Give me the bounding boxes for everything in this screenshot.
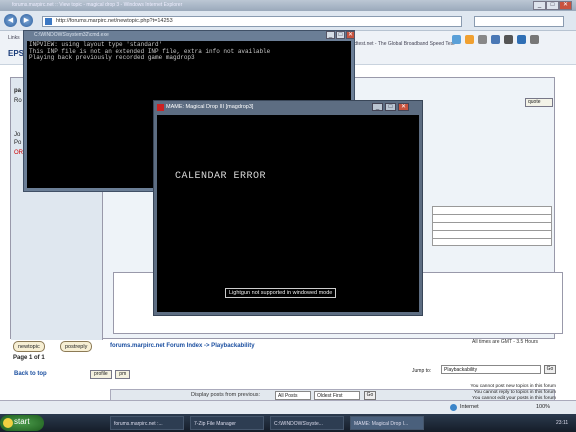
clock[interactable]: 23:11 [556,420,568,426]
breadcrumb[interactable]: forums.marpirc.net Forum Index -> Playba… [110,343,255,349]
taskbar: start forums.marpirc.net :... 7-Zip File… [0,414,576,432]
search-input[interactable] [474,16,564,27]
mame-close-button[interactable]: ✕ [398,103,409,111]
author-snippet: Ro [14,98,22,104]
security-zone: Internet [460,404,479,410]
quote-button[interactable]: quote [525,98,553,107]
address-text: http://forums.marpirc.net/newtopic.php?t… [56,18,173,24]
favorites-heading: EPS [8,49,25,58]
page-menu-icon[interactable] [491,35,500,44]
home-icon[interactable] [452,35,461,44]
browser-title-bar: forums.marpirc.net :: View topic - magic… [0,0,576,11]
cmd-close-button[interactable]: ✕ [346,31,355,39]
page-indicator: Page 1 of 1 [13,355,45,361]
cmd-title: C:\WINDOWS\system32\cmd.exe [34,32,109,38]
start-label: start [14,417,30,426]
jump-label: Jump to: [412,368,432,374]
game-screen[interactable]: CALENDAR ERROR Lightgun not supported in… [157,115,419,312]
author-snippet: pa [14,88,22,94]
author-snippet: Po [14,140,22,146]
navigation-bar: ◀ ▶ http://forums.marpirc.net/newtopic.p… [0,11,576,31]
maximize-button[interactable]: □ [546,1,559,10]
back-icon[interactable]: ◀ [4,14,17,27]
mame-window[interactable]: MAME: Magical Drop III [magdrop3] _ □ ✕ … [153,100,423,316]
browser-title: forums.marpirc.net :: View topic - magic… [12,2,183,8]
windows-logo-icon [3,418,13,428]
post-grid-table [432,206,552,246]
feeds-icon[interactable] [465,35,474,44]
taskbar-item[interactable]: C:\WINDOWS\syste... [270,416,344,430]
tools-icon[interactable] [504,35,513,44]
taskbar-item[interactable]: 7-Zip File Manager [190,416,264,430]
help-icon[interactable] [517,35,526,44]
mame-title-bar[interactable]: MAME: Magical Drop III [magdrop3] _ □ ✕ [154,101,422,114]
timezone-note: All times are GMT - 3.5 Hours [472,339,539,345]
console-line: Playing back previously recorded game ma… [29,54,195,61]
links-label[interactable]: Links [8,35,20,41]
cmd-maximize-button[interactable]: □ [336,31,345,39]
taskbar-item[interactable]: forums.marpirc.net :... [110,416,184,430]
cmd-minimize-button[interactable]: _ [326,31,335,39]
speedtest-link[interactable]: peedtest.net - The Global Broadband Spee… [346,41,455,47]
lightgun-message: Lightgun not supported in windowed mode [225,288,337,298]
address-bar[interactable]: http://forums.marpirc.net/newtopic.php?t… [42,16,462,27]
taskbar-item[interactable]: MAME: Magical Drop I... [350,416,424,430]
new-topic-button[interactable]: newtopic [13,341,45,352]
mame-app-icon [157,104,164,111]
start-button[interactable]: start [0,415,44,431]
globe-icon [450,404,457,411]
minimize-button[interactable]: _ [533,1,546,10]
close-button[interactable]: ✕ [559,1,572,10]
cmd-title-bar[interactable]: C:\WINDOWS\system32\cmd.exe _ □ ✕ [24,31,355,40]
forward-icon[interactable]: ▶ [20,14,33,27]
jump-select[interactable]: Playbackability [441,365,541,374]
page-icon [45,18,52,25]
forum-footer: newtopic postreply forums.marpirc.net Fo… [0,338,576,401]
status-bar: Internet 100% [0,400,576,414]
print-icon[interactable] [478,35,487,44]
mame-minimize-button[interactable]: _ [372,103,383,111]
jump-go-button[interactable]: Go [544,365,556,374]
post-reply-button[interactable]: postreply [60,341,93,352]
zoom-level[interactable]: 100% [536,404,550,410]
calendar-error-text: CALENDAR ERROR [175,171,267,182]
mame-maximize-button[interactable]: □ [385,103,396,111]
author-snippet: OR [14,150,23,156]
mame-title: MAME: Magical Drop III [magdrop3] [166,104,254,110]
author-snippet: Jo [14,132,21,138]
system-tray: 23:11 [510,415,576,431]
research-icon[interactable] [530,35,539,44]
